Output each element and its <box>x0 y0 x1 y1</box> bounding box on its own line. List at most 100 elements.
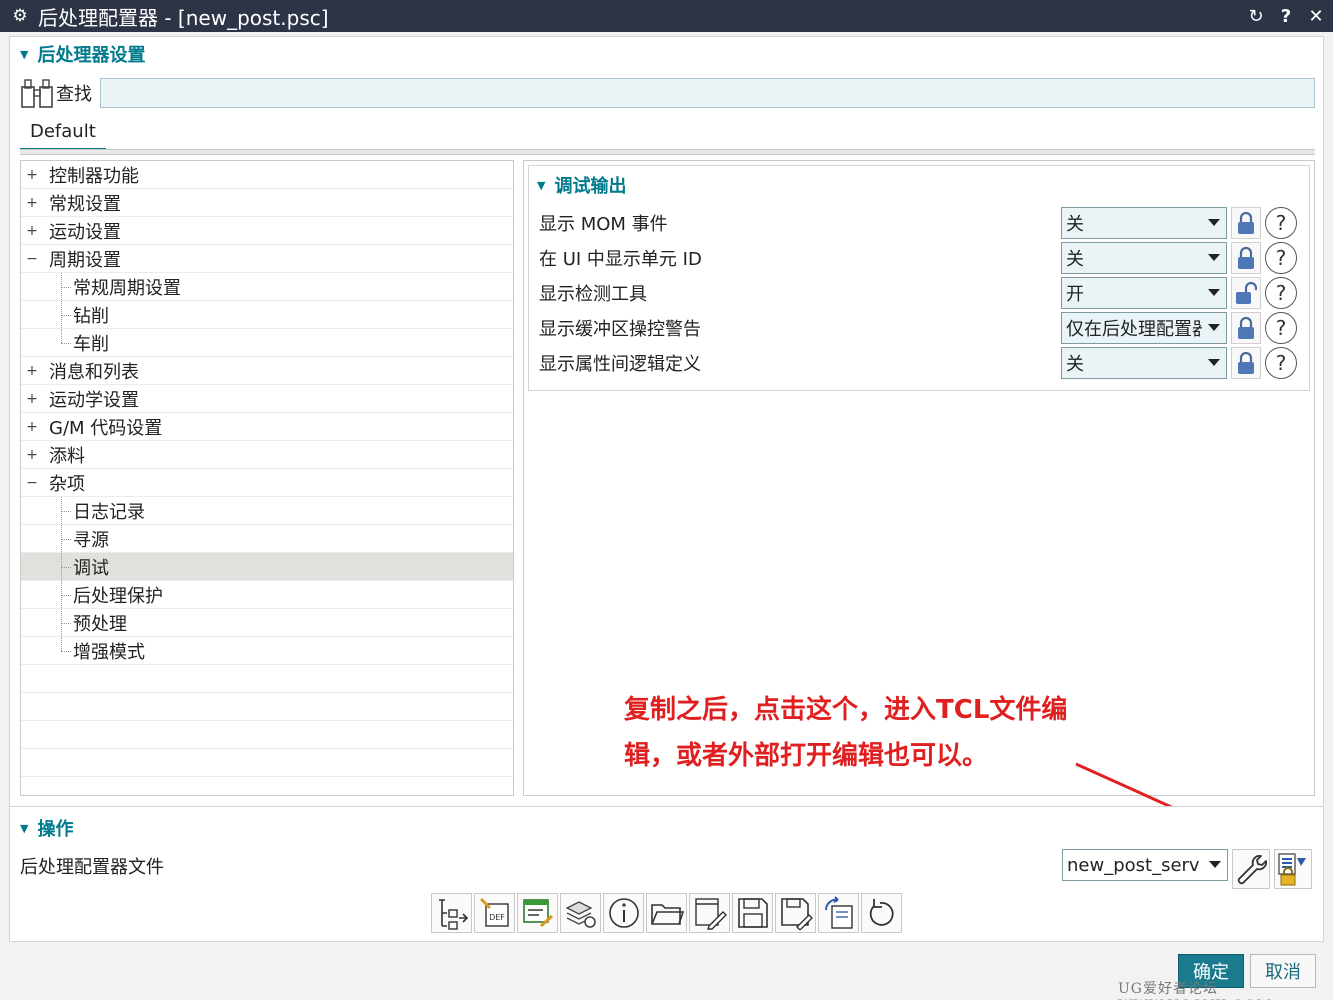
tree-item-kinematics[interactable]: + 运动学设置 <box>21 385 513 413</box>
lock-icon[interactable] <box>1231 347 1261 379</box>
save-icon <box>737 898 768 928</box>
operations-header[interactable]: ▼ 操作 <box>20 815 73 841</box>
expand-icon[interactable]: + <box>26 224 38 238</box>
window-title: 后处理配置器 - [new_post.psc] <box>38 5 329 30</box>
tab-divider <box>20 149 1315 155</box>
help-circle-icon[interactable]: ? <box>1265 347 1297 379</box>
tree-item-drilling[interactable]: 钻削 <box>21 301 513 329</box>
operations-title: 操作 <box>37 819 74 840</box>
help-circle-icon[interactable]: ? <box>1265 207 1297 239</box>
tree-item-controller[interactable]: + 控制器功能 <box>21 161 513 189</box>
tree-empty-row <box>21 693 513 721</box>
tree-item-debug[interactable]: 调试 <box>21 553 513 581</box>
cell-id-select[interactable]: 关 <box>1061 242 1227 274</box>
tree-item-enhanced[interactable]: 增强模式 <box>21 637 513 665</box>
layers-settings-button[interactable] <box>560 893 601 933</box>
tree-item-label: 杂项 <box>49 473 85 495</box>
export-icon <box>824 896 853 929</box>
help-circle-icon[interactable]: ? <box>1265 277 1297 309</box>
tree-item-sourcing[interactable]: 寻源 <box>21 525 513 553</box>
svg-text:DEF: DEF <box>489 913 505 922</box>
save-as-button[interactable] <box>775 893 816 933</box>
debug-output-header[interactable]: ▼ 调试输出 <box>537 172 626 198</box>
tree-item-label: 后处理保护 <box>73 585 163 607</box>
wrench-edit-button[interactable] <box>1232 849 1270 889</box>
undo-icon <box>869 899 894 926</box>
operations-panel: ▼ 操作 后处理配置器文件 new_post_service DEF <box>9 806 1324 942</box>
expand-icon[interactable]: + <box>26 196 38 210</box>
edit-document-button[interactable] <box>689 893 730 933</box>
close-icon[interactable]: ✕ <box>1303 6 1329 27</box>
tree-item-misc[interactable]: − 杂项 <box>21 469 513 497</box>
collapse-triangle-icon: ▼ <box>537 178 546 192</box>
document-edit-icon <box>694 898 727 930</box>
save-as-icon <box>780 898 813 930</box>
expand-icon[interactable]: + <box>26 448 38 462</box>
tree-empty-row <box>21 721 513 749</box>
collapse-icon[interactable]: − <box>26 476 38 490</box>
export-button[interactable] <box>818 893 859 933</box>
lock-icon[interactable] <box>1231 242 1261 274</box>
collapse-icon[interactable]: − <box>26 252 38 266</box>
attribute-logic-select[interactable]: 关 <box>1061 347 1227 379</box>
tree-item-motion[interactable]: + 运动设置 <box>21 217 513 245</box>
definition-file-button[interactable]: DEF <box>474 893 515 933</box>
tree-item-turning[interactable]: 车削 <box>21 329 513 357</box>
option-label: 显示属性间逻辑定义 <box>539 354 701 375</box>
lock-closed-glyph <box>1238 351 1254 374</box>
config-file-select[interactable]: new_post_service <box>1062 849 1228 881</box>
help-circle-icon[interactable]: ? <box>1265 242 1297 274</box>
tree-item-label: 日志记录 <box>73 501 145 523</box>
lock-file-button[interactable] <box>1274 849 1312 889</box>
expand-icon[interactable]: + <box>26 420 38 434</box>
option-label: 显示 MOM 事件 <box>539 214 668 235</box>
tree-item-label: 预处理 <box>73 613 127 635</box>
annotation-line-2: 辑，或者外部打开编辑也可以。 <box>624 741 989 771</box>
tree-item-cycle[interactable]: − 周期设置 <box>21 245 513 273</box>
annotation-text: 复制之后，点击这个，进入TCL文件编 辑，或者外部打开编辑也可以。 <box>624 687 1094 779</box>
settings-tree[interactable]: + 控制器功能 + 常规设置 + 运动设置 − 周期设置 常规周期设置 钻削 车削 + 消… <box>20 160 514 796</box>
config-file-label: 后处理配置器文件 <box>20 857 164 878</box>
settings-section-title: 后处理器设置 <box>37 45 146 66</box>
buffer-warning-select[interactable]: 仅在后处理配置器 <box>1061 312 1227 344</box>
open-folder-button[interactable] <box>646 893 687 933</box>
dropdown-arrow-icon <box>1208 289 1220 296</box>
settings-section-header[interactable]: ▼ 后处理器设置 <box>20 41 145 67</box>
tree-item-gm-codes[interactable]: + G/M 代码设置 <box>21 413 513 441</box>
folder-icon <box>650 904 684 925</box>
tree-item-general-cycle[interactable]: 常规周期设置 <box>21 273 513 301</box>
tree-item-messages[interactable]: + 消息和列表 <box>21 357 513 385</box>
inspection-tool-select[interactable]: 开 <box>1061 277 1227 309</box>
export-tree-button[interactable] <box>431 893 472 933</box>
expand-icon[interactable]: + <box>26 168 38 182</box>
help-icon[interactable]: ? <box>1273 6 1299 27</box>
undo-button[interactable] <box>861 893 902 933</box>
expand-icon[interactable]: + <box>26 392 38 406</box>
tree-item-protection[interactable]: 后处理保护 <box>21 581 513 609</box>
search-input[interactable] <box>100 78 1315 108</box>
lock-icon[interactable] <box>1231 207 1261 239</box>
dropdown-arrow-icon <box>1208 254 1220 261</box>
export-tree-icon <box>438 899 468 930</box>
expand-icon[interactable]: + <box>26 364 38 378</box>
option-row-inspection-tool: 显示检测工具 开 ? <box>539 277 1299 309</box>
info-button[interactable] <box>603 893 644 933</box>
reset-icon[interactable]: ↻ <box>1243 6 1269 27</box>
option-label: 显示检测工具 <box>539 284 647 305</box>
option-label: 显示缓冲区操控警告 <box>539 319 701 340</box>
save-button[interactable] <box>732 893 773 933</box>
select-value: new_post_service <box>1067 854 1201 876</box>
tree-item-label: 消息和列表 <box>49 361 139 383</box>
tree-item-label: 运动学设置 <box>49 389 139 411</box>
edit-window-button[interactable] <box>517 893 558 933</box>
help-circle-icon[interactable]: ? <box>1265 312 1297 344</box>
title-bar: ⚙ 后处理配置器 - [new_post.psc] ↻ ? ✕ <box>0 0 1333 32</box>
tree-item-preprocess[interactable]: 预处理 <box>21 609 513 637</box>
lock-icon[interactable] <box>1231 312 1261 344</box>
unlock-icon[interactable] <box>1231 277 1261 309</box>
tree-item-additive[interactable]: + 添料 <box>21 441 513 469</box>
tab-default[interactable]: Default <box>20 115 106 151</box>
tree-item-logging[interactable]: 日志记录 <box>21 497 513 525</box>
tree-item-general[interactable]: + 常规设置 <box>21 189 513 217</box>
mom-events-select[interactable]: 关 <box>1061 207 1227 239</box>
